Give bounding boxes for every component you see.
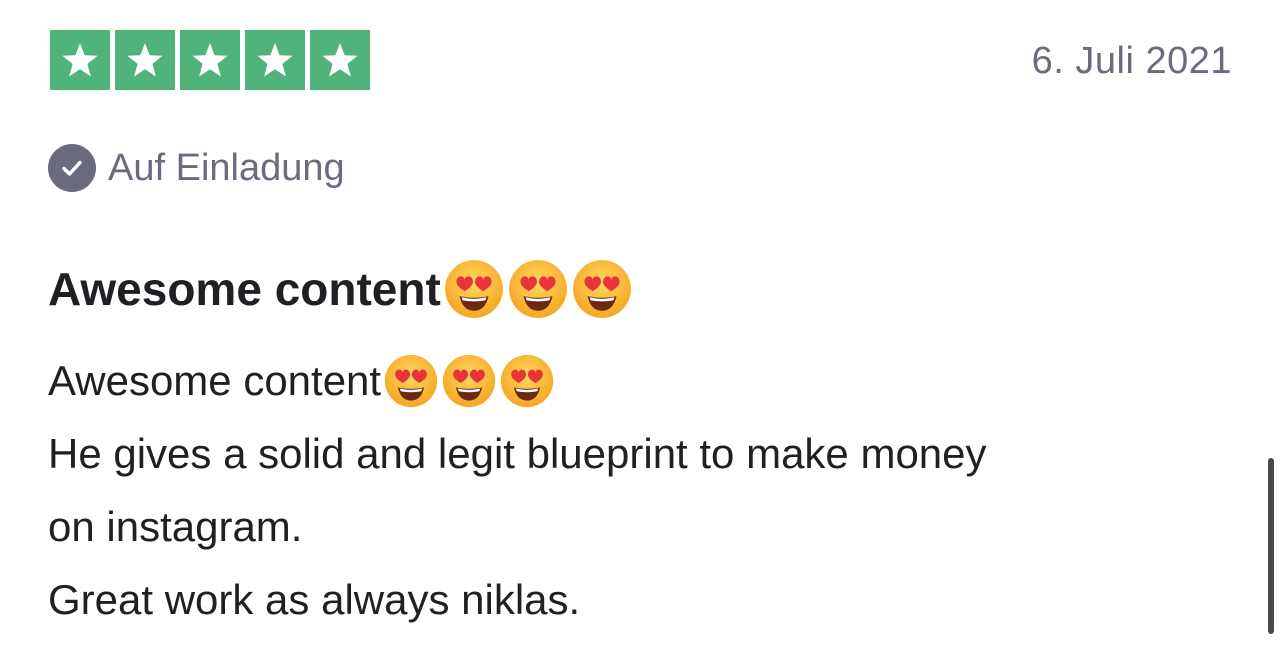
review-body-line: Great work as always niklas. bbox=[48, 576, 581, 623]
review-title-text: Awesome content bbox=[48, 263, 441, 315]
review-body-line: He gives a solid and legit blueprint to … bbox=[48, 430, 987, 477]
heart-eyes-icon bbox=[441, 353, 497, 409]
review-body-line: Awesome content bbox=[48, 344, 1228, 417]
heart-eyes-icon bbox=[571, 258, 633, 320]
star-rating bbox=[50, 30, 370, 90]
review-body: Awesome content He gives a solid and leg… bbox=[48, 344, 1228, 636]
heart-eyes-icon bbox=[499, 353, 555, 409]
checkmark-icon bbox=[48, 144, 96, 192]
star-icon bbox=[245, 30, 305, 90]
title-emoji-group bbox=[443, 258, 633, 320]
review-title: Awesome content bbox=[48, 258, 633, 320]
star-icon bbox=[180, 30, 240, 90]
review-card: 6. Juli 2021 Auf Einladung Awesome conte… bbox=[0, 0, 1284, 645]
star-icon bbox=[115, 30, 175, 90]
review-body-line: on instagram. bbox=[48, 503, 303, 550]
review-date: 6. Juli 2021 bbox=[1031, 40, 1232, 82]
verified-label: Auf Einladung bbox=[108, 146, 345, 189]
body-emoji-group bbox=[383, 353, 555, 409]
heart-eyes-icon bbox=[507, 258, 569, 320]
heart-eyes-icon bbox=[443, 258, 505, 320]
review-body-line-text: Awesome content bbox=[48, 357, 382, 404]
star-icon bbox=[50, 30, 110, 90]
star-icon bbox=[310, 30, 370, 90]
scrollbar[interactable] bbox=[1268, 458, 1274, 634]
verified-badge: Auf Einladung bbox=[48, 144, 345, 192]
heart-eyes-icon bbox=[383, 353, 439, 409]
